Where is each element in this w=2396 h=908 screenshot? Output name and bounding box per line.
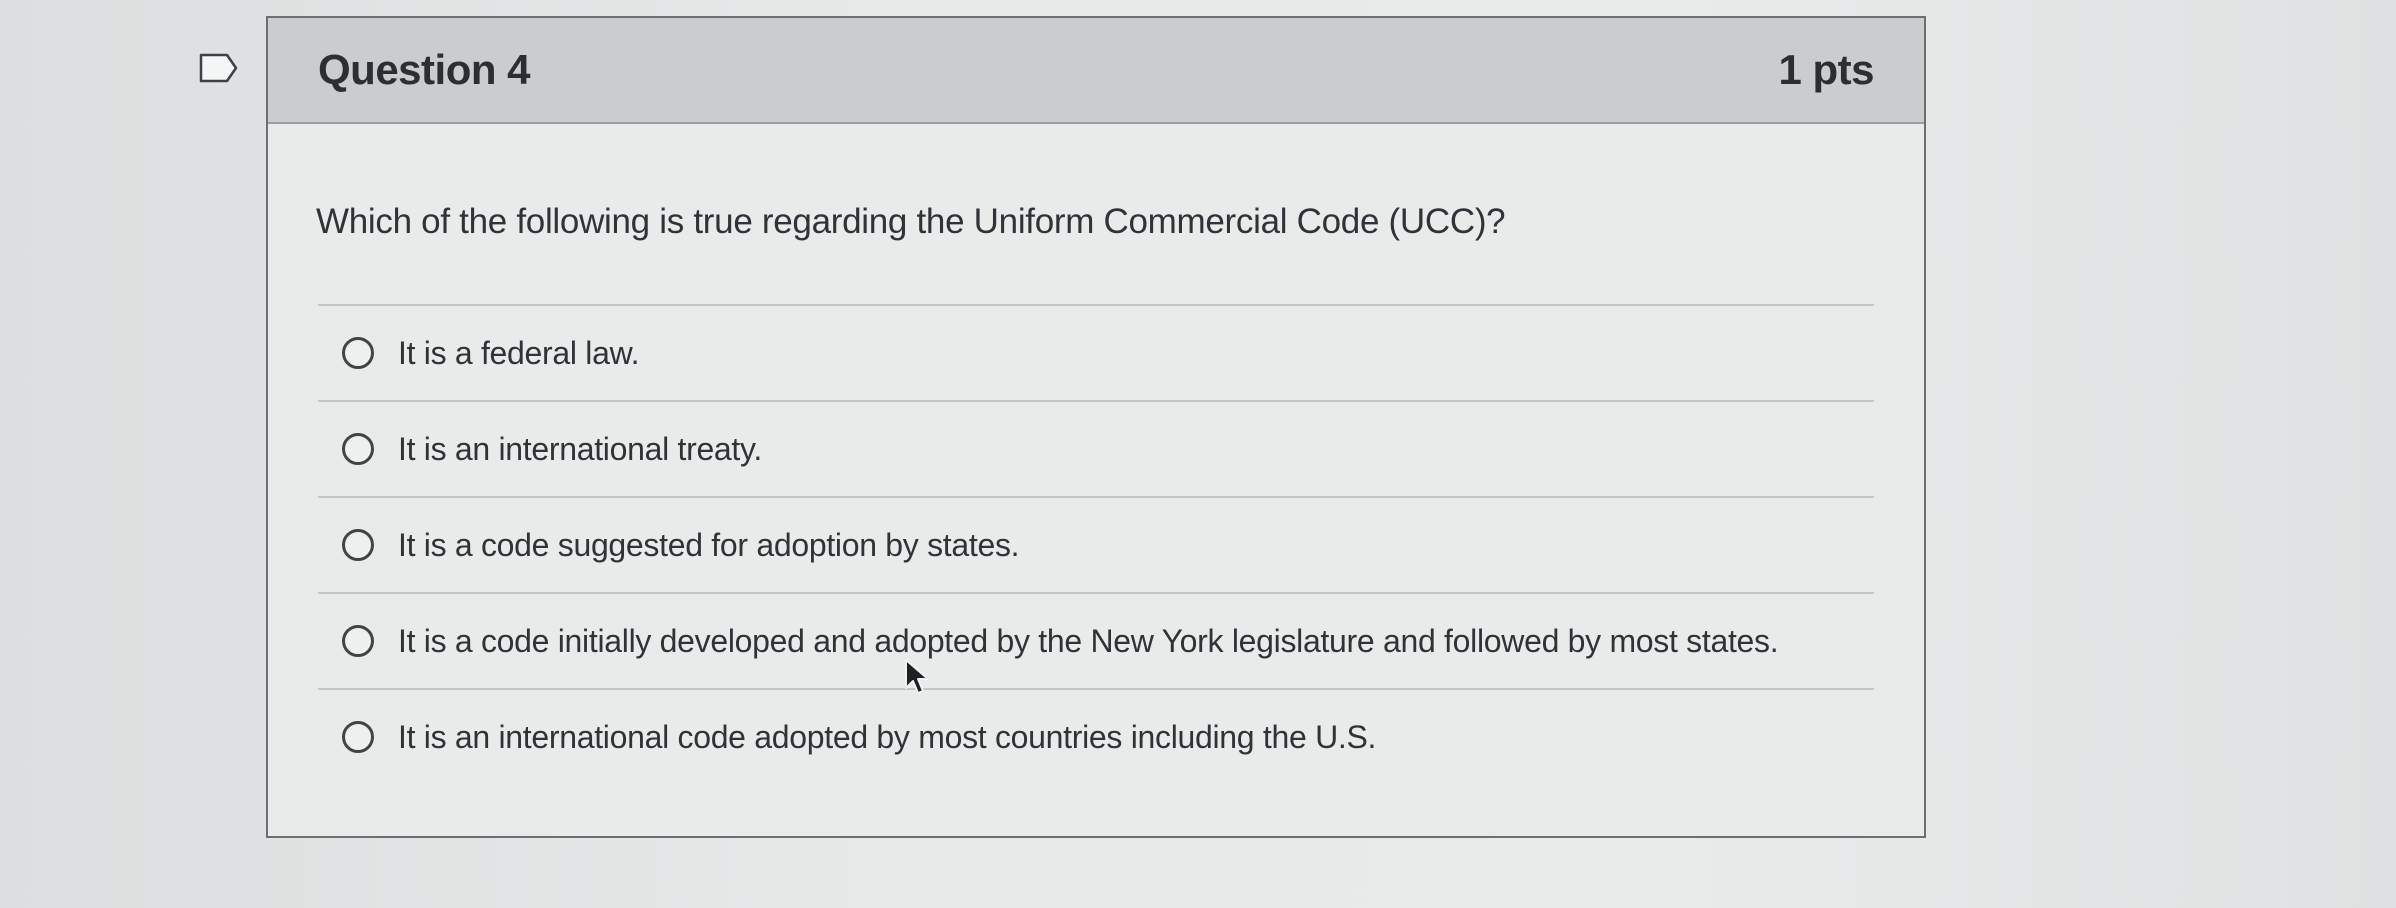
radio-button[interactable] bbox=[342, 625, 374, 657]
bookmark-flag-icon bbox=[199, 53, 238, 83]
answer-option-2[interactable]: It is an international treaty. bbox=[318, 402, 1874, 498]
answer-label[interactable]: It is a federal law. bbox=[398, 335, 640, 372]
radio-button[interactable] bbox=[342, 433, 374, 465]
answer-option-3[interactable]: It is a code suggested for adoption by s… bbox=[318, 498, 1874, 594]
radio-button[interactable] bbox=[342, 721, 374, 753]
question-card: Question 4 1 pts Which of the following … bbox=[266, 16, 1926, 838]
question-points: 1 pts bbox=[1778, 46, 1874, 93]
answer-option-4[interactable]: It is a code initially developed and ado… bbox=[318, 594, 1874, 690]
answer-label[interactable]: It is an international treaty. bbox=[398, 431, 762, 468]
answer-label[interactable]: It is an international code adopted by m… bbox=[398, 719, 1376, 756]
question-header: Question 4 1 pts bbox=[268, 18, 1924, 124]
answer-list: It is a federal law. It is an internatio… bbox=[318, 304, 1874, 784]
question-title: Question 4 bbox=[318, 46, 531, 93]
question-text: Which of the following is true regarding… bbox=[316, 202, 1506, 241]
radio-button[interactable] bbox=[342, 337, 374, 369]
radio-button[interactable] bbox=[342, 529, 374, 561]
answer-option-1[interactable]: It is a federal law. bbox=[318, 306, 1874, 402]
answer-option-5[interactable]: It is an international code adopted by m… bbox=[318, 690, 1874, 784]
answer-label[interactable]: It is a code suggested for adoption by s… bbox=[398, 527, 1020, 564]
answer-label[interactable]: It is a code initially developed and ado… bbox=[398, 623, 1779, 660]
flag-question-button[interactable] bbox=[196, 50, 242, 86]
